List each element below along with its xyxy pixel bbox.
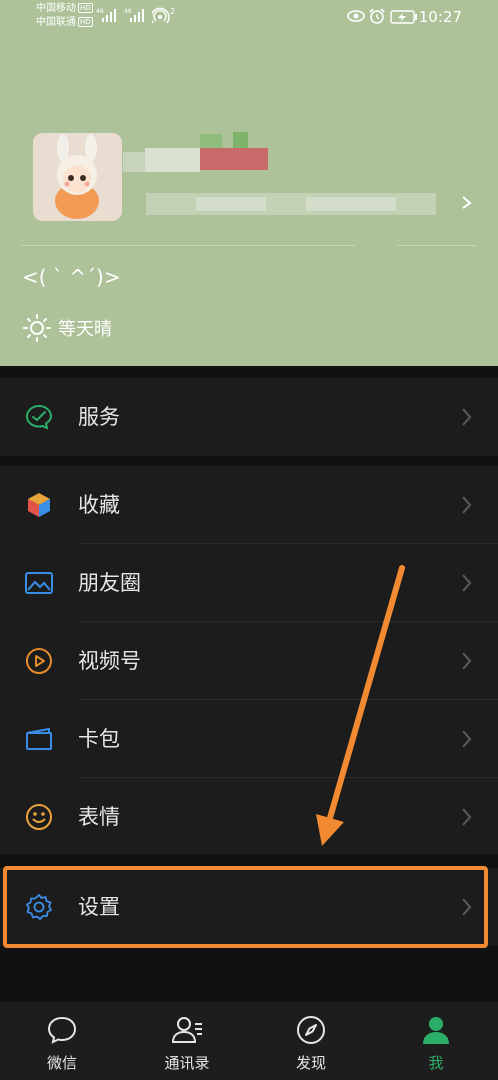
menu-label: 表情 bbox=[78, 805, 120, 829]
menu-item-service[interactable]: 服务 bbox=[0, 378, 498, 456]
tab-chats[interactable]: 微信 bbox=[0, 1002, 124, 1080]
tab-label: 发现 bbox=[295, 1054, 326, 1072]
alarm-icon bbox=[369, 8, 385, 24]
service-group: 服务 bbox=[0, 378, 498, 456]
tab-me[interactable]: 我 bbox=[374, 1002, 498, 1080]
network-type-label: 46 bbox=[96, 8, 104, 15]
menu-item-favorites[interactable]: 收藏 bbox=[0, 466, 498, 544]
chevron-right-icon bbox=[462, 574, 472, 592]
picture-icon bbox=[25, 572, 53, 594]
main-menu-group: 收藏 朋友圈 视频号 卡包 表情 bbox=[0, 466, 498, 854]
contacts-icon bbox=[171, 1017, 202, 1043]
header-divider-2 bbox=[398, 245, 476, 246]
service-icon bbox=[25, 404, 53, 430]
menu-label: 服务 bbox=[78, 405, 120, 429]
menu-label: 卡包 bbox=[78, 727, 120, 751]
menu-item-emoji[interactable]: 表情 bbox=[0, 778, 498, 856]
carrier-2: 中国联通 HD bbox=[36, 17, 93, 28]
chevron-right-icon bbox=[462, 408, 472, 426]
settings-highlight-box bbox=[3, 866, 488, 948]
weather-label: 等天晴 bbox=[58, 319, 112, 340]
chat-bubble-icon bbox=[47, 1016, 77, 1044]
signal-icon-2: 46 bbox=[124, 8, 144, 22]
header-divider bbox=[22, 245, 355, 246]
person-icon bbox=[423, 1017, 449, 1044]
cube-icon bbox=[28, 493, 50, 517]
chevron-right-icon bbox=[462, 652, 472, 670]
hotspot-icon: 2 bbox=[152, 7, 175, 24]
bottom-tab-bar: 微信 通讯录 发现 我 bbox=[0, 1002, 498, 1080]
tab-discover[interactable]: 发现 bbox=[249, 1002, 373, 1080]
tab-label: 通讯录 bbox=[164, 1054, 210, 1072]
tab-label: 我 bbox=[428, 1054, 444, 1072]
menu-label: 视频号 bbox=[78, 649, 141, 673]
nickname-redacted bbox=[123, 132, 268, 176]
menu-label: 收藏 bbox=[78, 493, 120, 517]
play-circle-icon bbox=[26, 648, 52, 674]
status-text[interactable]: <( ˋ ^ˊ)> bbox=[22, 265, 121, 289]
smiley-icon bbox=[26, 804, 52, 830]
compass-icon bbox=[297, 1016, 325, 1044]
menu-item-moments[interactable]: 朋友圈 bbox=[0, 544, 498, 622]
card-wallet-icon bbox=[26, 727, 52, 750]
chevron-right-icon[interactable] bbox=[460, 195, 474, 209]
menu-label: 朋友圈 bbox=[78, 571, 141, 595]
sun-icon bbox=[23, 314, 51, 342]
hotspot-count: 2 bbox=[170, 7, 175, 16]
battery-icon bbox=[390, 10, 417, 24]
signal-icon: 46 bbox=[96, 8, 116, 22]
clock: 10:27 bbox=[418, 8, 462, 26]
avatar[interactable] bbox=[33, 133, 122, 221]
status-bar: 中国移动 HD 中国联通 HD 46 46 2 10:27 bbox=[0, 0, 498, 34]
menu-item-card[interactable]: 卡包 bbox=[0, 700, 498, 778]
chevron-right-icon bbox=[462, 808, 472, 826]
weather-status[interactable]: 等天晴 bbox=[22, 313, 112, 343]
wechat-id-redacted bbox=[146, 193, 436, 215]
chevron-right-icon bbox=[462, 496, 472, 514]
tab-label: 微信 bbox=[46, 1054, 77, 1072]
carrier-1: 中国移动 HD bbox=[36, 3, 93, 14]
eye-icon bbox=[347, 10, 365, 22]
chevron-right-icon bbox=[462, 730, 472, 748]
menu-item-channels[interactable]: 视频号 bbox=[0, 622, 498, 700]
network-type-label-2: 46 bbox=[124, 8, 132, 15]
tab-contacts[interactable]: 通讯录 bbox=[125, 1002, 249, 1080]
profile-header: 中国移动 HD 中国联通 HD 46 46 2 10:27 <(ˋ ^ˊ)> … bbox=[0, 0, 498, 366]
